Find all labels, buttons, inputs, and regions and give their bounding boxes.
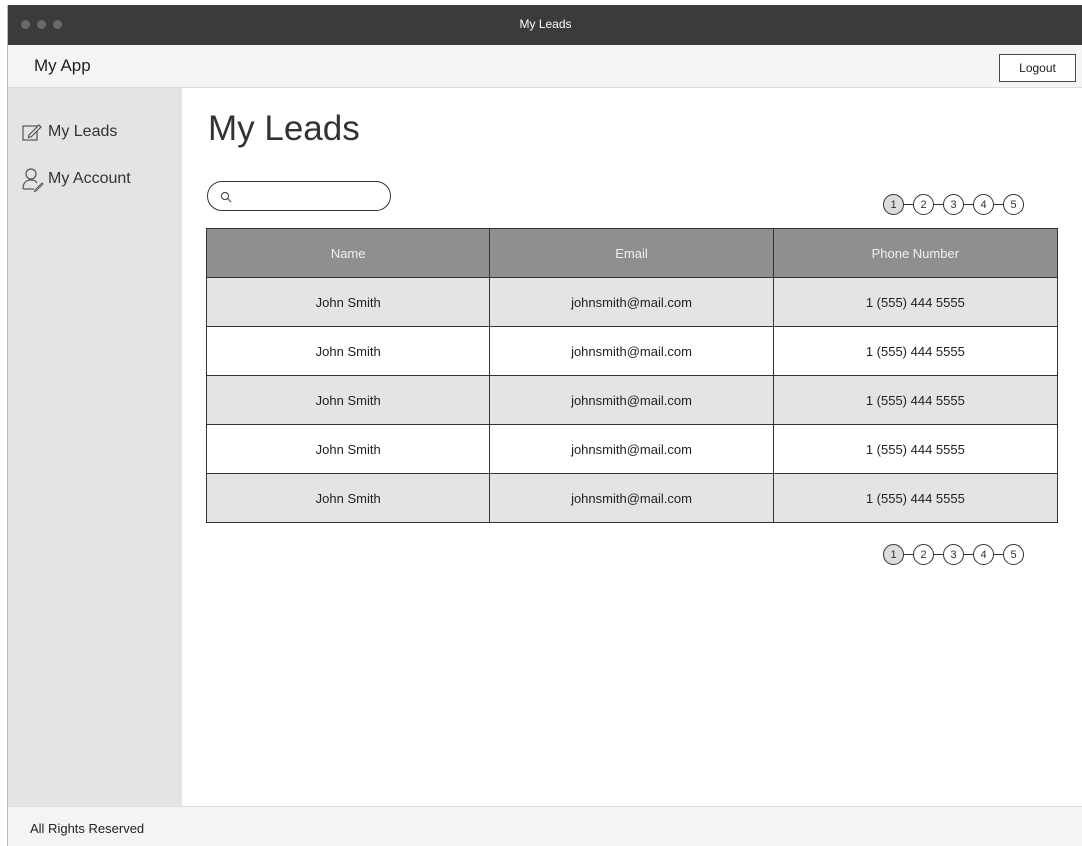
cell-phone: 1 (555) 444 5555 — [772, 326, 1059, 376]
sidebar-item-label: My Account — [48, 170, 131, 187]
page-button-3[interactable]: 3 — [943, 194, 964, 215]
search-input[interactable] — [238, 186, 378, 206]
search-icon — [220, 190, 232, 203]
cell-email: johnsmith@mail.com — [489, 473, 774, 523]
cell-name: John Smith — [205, 326, 491, 376]
table-row[interactable]: John Smith johnsmith@mail.com 1 (555) 44… — [205, 375, 1059, 425]
cell-name: John Smith — [205, 424, 491, 474]
sidebar-item-my-leads[interactable]: My Leads — [20, 120, 117, 144]
cell-phone: 1 (555) 444 5555 — [772, 473, 1059, 523]
column-header-name[interactable]: Name — [205, 228, 491, 278]
cell-email: johnsmith@mail.com — [489, 326, 774, 376]
table-row[interactable]: John Smith johnsmith@mail.com 1 (555) 44… — [205, 326, 1059, 376]
leads-table: Name Email Phone Number John Smith johns… — [205, 228, 1059, 523]
page-button-1[interactable]: 1 — [883, 194, 904, 215]
sidebar: My Leads My Account — [8, 88, 182, 806]
window-title: My Leads — [519, 17, 572, 31]
table-row[interactable]: John Smith johnsmith@mail.com 1 (555) 44… — [205, 424, 1059, 474]
pagination-top: 1 2 3 4 5 — [883, 194, 1024, 215]
sidebar-item-label: My Leads — [48, 123, 118, 140]
cell-name: John Smith — [205, 277, 491, 327]
table-header-row: Name Email Phone Number — [205, 228, 1059, 278]
page-button-1[interactable]: 1 — [883, 544, 904, 565]
sidebar-item-my-account[interactable]: My Account — [20, 167, 131, 192]
app-title: My App — [34, 56, 91, 75]
edit-icon — [20, 120, 44, 144]
page-button-5[interactable]: 5 — [1003, 544, 1024, 565]
cell-phone: 1 (555) 444 5555 — [772, 277, 1059, 327]
page-button-4[interactable]: 4 — [973, 194, 994, 215]
table-row[interactable]: John Smith johnsmith@mail.com 1 (555) 44… — [205, 277, 1059, 327]
page-button-2[interactable]: 2 — [913, 194, 934, 215]
page-button-4[interactable]: 4 — [973, 544, 994, 565]
footer-text: All Rights Reserved — [30, 821, 145, 836]
cell-email: johnsmith@mail.com — [489, 424, 774, 474]
page-title: My Leads — [208, 109, 360, 148]
page-button-5[interactable]: 5 — [1003, 194, 1024, 215]
page-button-2[interactable]: 2 — [913, 544, 934, 565]
user-icon — [20, 167, 44, 192]
cell-email: johnsmith@mail.com — [489, 277, 774, 327]
search-box[interactable] — [207, 181, 391, 211]
column-header-phone[interactable]: Phone Number — [772, 228, 1059, 278]
cell-phone: 1 (555) 444 5555 — [772, 375, 1059, 425]
footer: All Rights Reserved — [8, 806, 1082, 846]
title-bar: My Leads — [8, 5, 1082, 45]
table-row[interactable]: John Smith johnsmith@mail.com 1 (555) 44… — [205, 473, 1059, 523]
page-button-3[interactable]: 3 — [943, 544, 964, 565]
app-header: My App Logout — [8, 45, 1082, 88]
column-header-email[interactable]: Email — [489, 228, 774, 278]
pagination-bottom: 1 2 3 4 5 — [883, 544, 1024, 565]
cell-email: johnsmith@mail.com — [489, 375, 774, 425]
app-window: My Leads My App Logout My Leads My Accou… — [7, 5, 1082, 846]
logout-button[interactable]: Logout — [999, 54, 1076, 82]
cell-name: John Smith — [205, 375, 491, 425]
cell-phone: 1 (555) 444 5555 — [772, 424, 1059, 474]
cell-name: John Smith — [205, 473, 491, 523]
